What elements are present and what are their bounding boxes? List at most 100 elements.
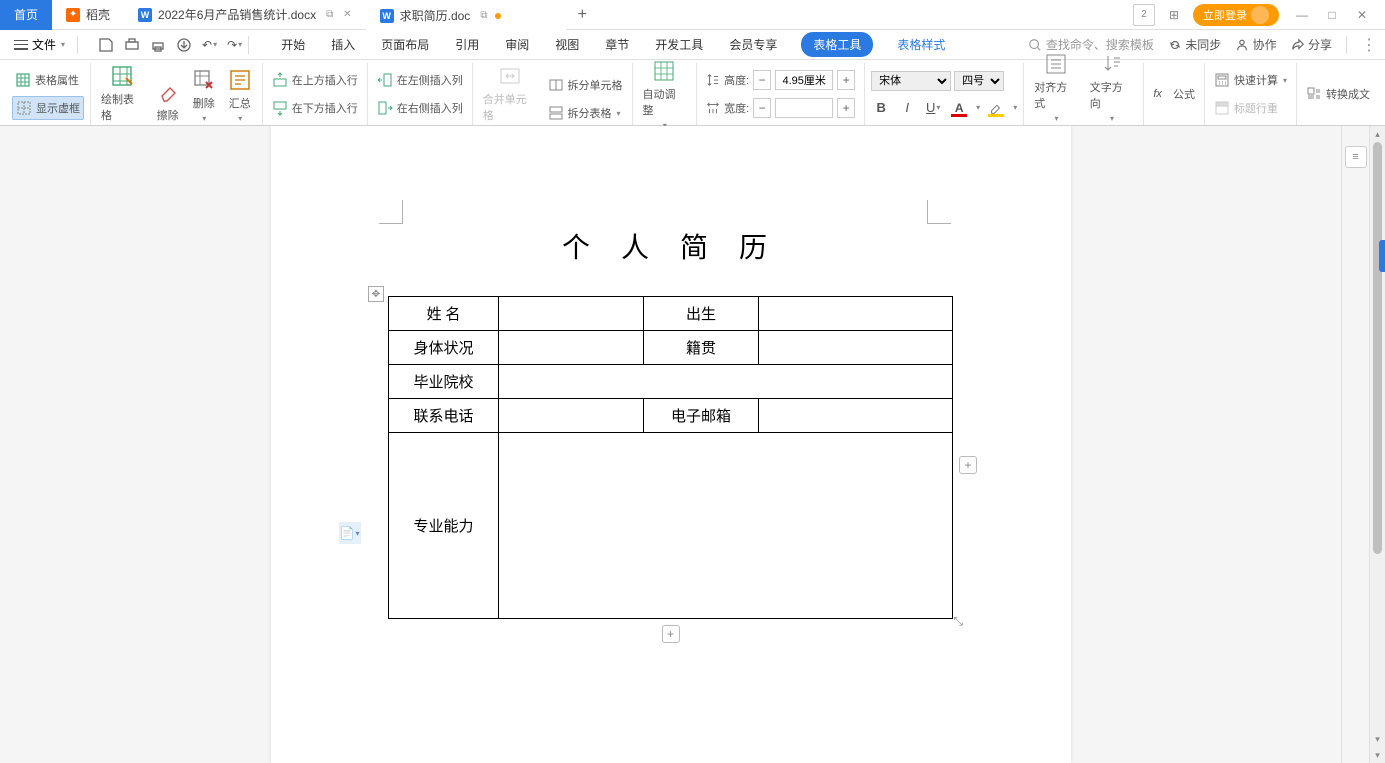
apps-icon[interactable]: ⊞ [1163,4,1185,26]
increase-width-button[interactable]: + [837,98,855,118]
decrease-height-button[interactable]: − [753,70,771,90]
redo-icon[interactable]: ↷▾ [227,37,242,53]
cell-email-value[interactable] [759,399,953,433]
highlight-button[interactable] [986,98,1006,118]
tab-reference[interactable]: 引用 [453,32,481,57]
share-button[interactable]: 分享 [1291,36,1332,53]
print-icon[interactable] [150,37,166,53]
italic-button[interactable]: I [897,98,917,118]
window-detach-icon[interactable]: ⧉ [480,10,487,21]
delete-button[interactable]: 删除▾ [188,66,220,125]
erase-button[interactable]: 擦除 [152,78,184,125]
vertical-scrollbar[interactable]: ▴ ▾ ▾ [1369,126,1385,763]
close-icon[interactable]: ✕ [343,9,351,20]
panel-toggle-icon[interactable]: ≡ [1345,146,1367,168]
cell-name-value[interactable] [499,297,644,331]
bold-button[interactable]: B [871,98,891,118]
maximize-button[interactable]: □ [1317,4,1347,26]
tab-section[interactable]: 章节 [603,32,631,57]
print-preview-icon[interactable] [124,37,140,53]
height-input[interactable] [775,70,833,90]
font-size-select[interactable]: 四号 [954,71,1004,91]
cell-health-value[interactable] [499,331,644,365]
add-tab-button[interactable]: + [566,6,599,24]
cell-school-value[interactable] [499,365,953,399]
tab-layout[interactable]: 页面布局 [379,32,431,57]
scroll-down-icon[interactable]: ▾ [1370,731,1385,747]
split-table-button[interactable]: 拆分表格▾ [545,101,626,125]
page-title[interactable]: 个 人 简 历 [271,126,1071,266]
insert-right-button[interactable]: 在右侧插入列 [374,96,466,120]
insert-below-button[interactable]: 在下方插入行 [269,96,361,120]
cell-native-label[interactable]: 籍贯 [644,331,759,365]
tab-docker[interactable]: ✦ 稻壳 [52,0,124,30]
insert-left-button[interactable]: 在左侧插入列 [374,68,466,92]
cell-name-label[interactable]: 姓 名 [389,297,499,331]
width-input[interactable] [775,98,833,118]
save-icon[interactable] [98,37,114,53]
underline-button[interactable]: U▾ [923,98,943,118]
convert-button[interactable]: 转换成文 [1303,82,1373,106]
col-width-control[interactable]: 宽度: − + [703,96,858,120]
tab-view[interactable]: 视图 [553,32,581,57]
cell-phone-value[interactable] [499,399,644,433]
table-move-handle[interactable]: ✥ [368,286,384,302]
file-menu[interactable]: 文件 ▾ [8,34,71,55]
split-cell-button[interactable]: 拆分单元格 [545,73,626,97]
scroll-down-page-icon[interactable]: ▾ [1370,747,1385,763]
table-resize-handle[interactable]: ⤡ [953,614,963,629]
tab-start[interactable]: 开始 [279,32,307,57]
decrease-width-button[interactable]: − [753,98,771,118]
show-frame-button[interactable]: 显示虚框 [12,96,84,120]
cell-birth-label[interactable]: 出生 [644,297,759,331]
resume-table[interactable]: 姓 名 出生 身体状况 籍贯 毕业院校 [388,296,953,619]
font-name-select[interactable]: 宋体 [871,71,951,91]
row-height-control[interactable]: 高度: − + [703,68,858,92]
align-button[interactable]: 对齐方式▾ [1030,50,1082,125]
minimize-button[interactable]: — [1287,4,1317,26]
table-props-button[interactable]: 表格属性 [12,68,84,92]
skin-icon[interactable]: 2 [1133,4,1155,26]
scroll-up-icon[interactable]: ▴ [1370,126,1385,142]
login-button[interactable]: 立即登录 [1193,4,1279,26]
tab-dev[interactable]: 开发工具 [653,32,705,57]
tab-table-style[interactable]: 表格样式 [895,32,947,57]
window-detach-icon[interactable]: ⧉ [326,9,333,20]
tab-insert[interactable]: 插入 [329,32,357,57]
undo-icon[interactable]: ↶▾ [202,37,217,53]
tab-doc2[interactable]: W 求职简历.doc ⧉ [366,0,566,30]
summary-button[interactable]: 汇总▾ [224,66,256,125]
cell-health-label[interactable]: 身体状况 [389,331,499,365]
cell-skill-label[interactable]: 专业能力 [389,433,499,619]
cell-skill-value[interactable] [499,433,953,619]
cell-email-label[interactable]: 电子邮箱 [644,399,759,433]
collab-button[interactable]: 协作 [1235,36,1276,53]
scroll-thumb[interactable] [1373,142,1382,554]
insert-above-button[interactable]: 在上方插入行 [269,68,361,92]
tab-doc1[interactable]: W 2022年6月产品销售统计.docx ⧉ ✕ [124,0,366,30]
document-canvas[interactable]: 个 人 简 历 📄▾ ✥ 姓 名 出生 身体状况 籍贯 [0,126,1341,763]
draw-table-button[interactable]: 绘制表格 [97,62,148,125]
cell-native-value[interactable] [759,331,953,365]
cell-phone-label[interactable]: 联系电话 [389,399,499,433]
close-window-button[interactable]: ✕ [1347,4,1377,26]
font-color-button[interactable]: A [949,98,969,118]
paragraph-icon[interactable]: 📄▾ [339,522,361,544]
tab-home[interactable]: 首页 [0,0,52,30]
tab-review[interactable]: 审阅 [503,32,531,57]
quick-calc-button[interactable]: 快速计算▾ [1211,68,1290,92]
more-menu-icon[interactable]: ⋮ [1361,35,1377,55]
unsync-button[interactable]: 未同步 [1168,36,1221,53]
tab-table-tools[interactable]: 表格工具 [801,32,873,57]
cell-school-label[interactable]: 毕业院校 [389,365,499,399]
increase-height-button[interactable]: + [837,70,855,90]
export-icon[interactable] [176,37,192,53]
add-column-button[interactable]: + [959,456,977,474]
add-row-button[interactable]: + [662,625,680,643]
tab-member[interactable]: 会员专享 [727,32,779,57]
cell-birth-value[interactable] [759,297,953,331]
text-dir-button[interactable]: 文字方向▾ [1086,50,1138,125]
side-tab-handle[interactable] [1379,240,1385,272]
formula-button[interactable]: fx 公式 [1150,82,1198,106]
autofit-button[interactable]: 自动调整▾ [639,57,691,132]
